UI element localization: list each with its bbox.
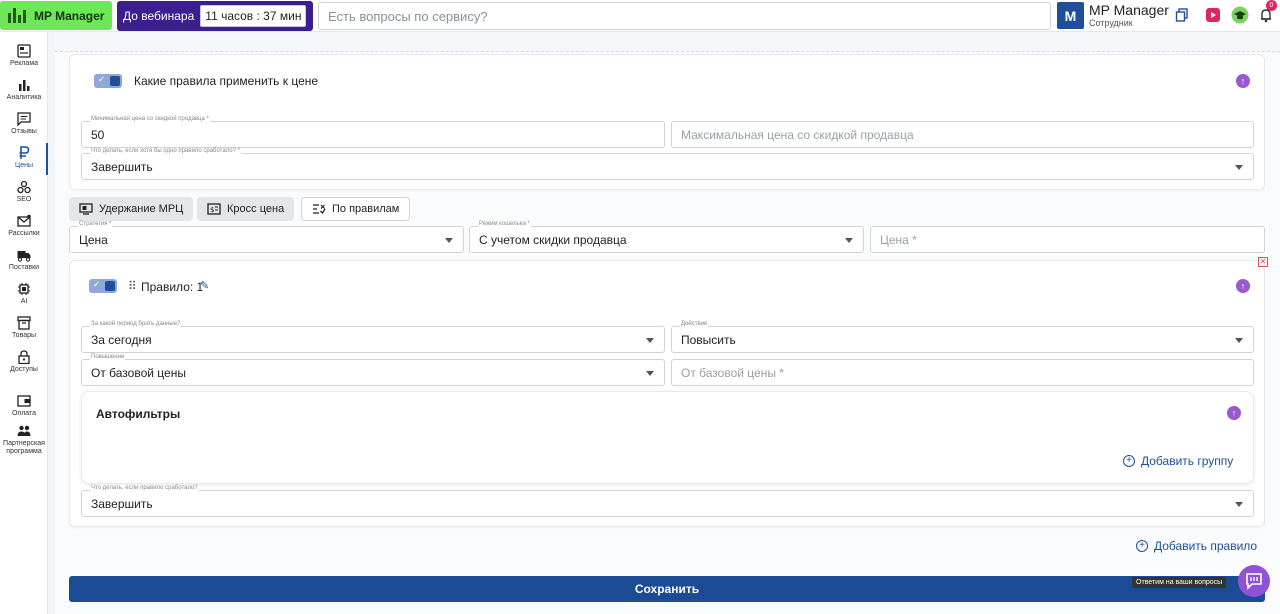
copy-icon[interactable] xyxy=(1173,6,1191,24)
sidebar-item-mailing[interactable]: Рассылки xyxy=(0,214,48,238)
logo-icon xyxy=(8,7,28,25)
drag-handle-icon[interactable]: ⠿ xyxy=(128,279,137,293)
rule-toggle[interactable]: ✓ xyxy=(89,279,117,293)
bar-chart-icon xyxy=(19,80,30,91)
sidebar-item-access[interactable]: Доступы xyxy=(0,350,48,374)
plus-icon: + xyxy=(1123,455,1135,467)
box-icon xyxy=(17,316,31,330)
sidebar-active-indicator xyxy=(46,143,48,175)
monitor-icon xyxy=(79,203,93,215)
price-field[interactable]: Цена * xyxy=(870,226,1265,253)
avatar[interactable]: M xyxy=(1057,2,1084,29)
save-button[interactable]: Сохранить xyxy=(69,576,1265,602)
partners-icon xyxy=(17,425,31,436)
sidebar-item-seo[interactable]: SEO xyxy=(0,180,48,204)
user-role: Сотрудник xyxy=(1089,18,1133,28)
close-icon[interactable]: ✕ xyxy=(1258,257,1268,267)
autofilters-title: Автофильтры xyxy=(96,407,181,421)
user-name: MP Manager xyxy=(1089,2,1169,18)
chat-button[interactable] xyxy=(1238,565,1270,597)
autofilters-card: Автофильтры ↑ + Добавить группу xyxy=(81,391,1254,484)
wallet-icon xyxy=(17,395,31,407)
sidebar-item-analytics[interactable]: Аналитика xyxy=(0,78,48,102)
sidebar-item-ai[interactable]: AI xyxy=(0,282,48,306)
chevron-down-icon xyxy=(1235,502,1243,507)
sidebar-item-products[interactable]: Товары xyxy=(0,316,48,340)
chevron-down-icon xyxy=(646,371,654,376)
webinar-timer: 11 часов : 37 мин xyxy=(200,5,307,27)
add-rule-button[interactable]: + Добавить правило xyxy=(1136,539,1257,553)
sidebar-item-prices[interactable]: Цены xyxy=(0,146,48,170)
chevron-down-icon xyxy=(1235,165,1243,170)
sidebar-item-supplies[interactable]: Поставки xyxy=(0,248,48,272)
chevron-down-icon xyxy=(445,238,453,243)
tab-cross-price[interactable]: $ Кросс цена xyxy=(197,197,295,221)
logo-text: MP Manager xyxy=(34,8,105,23)
tab-by-rules[interactable]: По правилам xyxy=(301,197,411,221)
plus-icon: + xyxy=(1136,540,1148,552)
sidebar-item-ads[interactable]: Реклама xyxy=(0,44,48,68)
after-trigger-select[interactable]: Что делать, если правило сработало? Заве… xyxy=(81,485,1254,517)
ruble-icon xyxy=(19,146,30,159)
tab-mrc-hold[interactable]: Удержание МРЦ xyxy=(69,197,194,221)
change-amount-field[interactable]: От базовой цены * xyxy=(671,359,1254,386)
sidebar: Реклама Аналитика Отзывы Цены SEO Рассыл… xyxy=(0,32,48,614)
max-price-field[interactable]: Максимальная цена со скидкой продавца xyxy=(671,121,1254,148)
top-bar: MP Manager До вебинара 11 часов : 37 мин… xyxy=(0,0,1280,32)
check-icon: ✓ xyxy=(93,279,101,289)
rules-icon xyxy=(313,204,326,215)
notification-bell-icon[interactable]: 0 xyxy=(1257,0,1277,24)
edit-pencil-icon[interactable]: ✎ xyxy=(200,279,209,292)
check-icon: ✓ xyxy=(98,74,106,84)
seo-icon xyxy=(17,180,31,194)
collapse-up-icon[interactable]: ↑ xyxy=(1236,74,1250,88)
lock-icon xyxy=(18,350,30,364)
chevron-down-icon xyxy=(1235,338,1243,343)
rules-toggle[interactable]: ✓ xyxy=(94,74,122,88)
strategy-select[interactable]: Стратегия * Цена xyxy=(69,221,464,253)
mail-icon xyxy=(17,214,31,227)
main-content: ✓ Какие правила применить к цене ↑ Миним… xyxy=(55,32,1280,614)
period-select[interactable]: За какой период брать данные? За сегодня xyxy=(81,321,665,353)
action-select[interactable]: Действие Повысить xyxy=(671,321,1254,353)
chat-icon xyxy=(1246,573,1262,590)
truck-icon xyxy=(17,251,31,262)
wallet-mode-select[interactable]: Режим кошелька * С учетом скидки продавц… xyxy=(469,221,864,253)
sidebar-item-payment[interactable]: Оплата xyxy=(0,394,48,418)
rule-card: ✕ ✓ ⠿ Правило: 1 ✎ ↑ За какой период бра… xyxy=(69,257,1268,527)
svg-text:$: $ xyxy=(210,206,214,214)
sidebar-item-reviews[interactable]: Отзывы xyxy=(0,112,48,136)
min-price-field[interactable]: Минимальная цена со скидкой продавца * 5… xyxy=(81,116,665,148)
search-input[interactable] xyxy=(318,2,1051,30)
price-rules-card: ✓ Какие правила применить к цене ↑ Миним… xyxy=(69,54,1265,190)
add-group-button[interactable]: + Добавить группу xyxy=(1123,454,1233,468)
rule-title: Правило: 1 xyxy=(141,280,204,294)
education-icon[interactable] xyxy=(1231,6,1249,24)
webinar-label: До вебинара xyxy=(123,9,195,23)
ad-icon xyxy=(17,44,31,58)
chevron-down-icon xyxy=(646,338,654,343)
video-icon[interactable] xyxy=(1204,6,1222,24)
app-logo[interactable]: MP Manager xyxy=(0,1,112,30)
sidebar-item-partners[interactable]: Партнерская программа xyxy=(0,424,48,456)
collapse-up-icon[interactable]: ↑ xyxy=(1227,406,1241,420)
webinar-countdown[interactable]: До вебинара 11 часов : 37 мин xyxy=(117,1,313,31)
notification-badge: 0 xyxy=(1266,0,1277,11)
rules-card-title: Какие правила применить к цене xyxy=(134,74,319,88)
change-base-select[interactable]: Повышение От базовой цены xyxy=(81,354,665,386)
comment-icon xyxy=(17,112,31,126)
chevron-down-icon xyxy=(845,238,853,243)
price-tag-icon: $ xyxy=(207,203,221,215)
previous-section-edge xyxy=(55,32,1280,52)
fallback-action-select[interactable]: Что делать, если хотя бы одно правило ср… xyxy=(81,148,1254,180)
chat-tooltip: Ответим на ваши вопросы xyxy=(1132,577,1227,588)
chip-icon xyxy=(18,283,30,295)
collapse-up-icon[interactable]: ↑ xyxy=(1236,279,1250,293)
